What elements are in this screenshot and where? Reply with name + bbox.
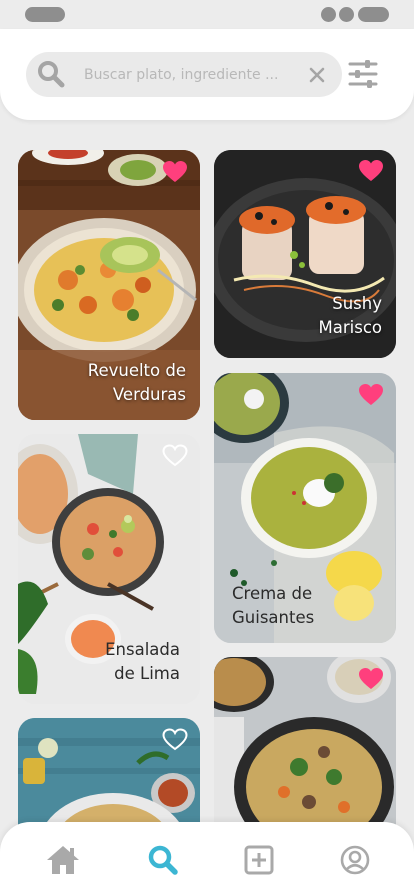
recipe-title: Crema de Guisantes: [232, 582, 392, 630]
recipe-search-screen: Revuelto de Verduras: [0, 0, 414, 896]
recipe-title-line2: de Lima: [114, 664, 180, 683]
recipe-grid: Revuelto de Verduras Sushy Marisco Ensal…: [0, 0, 414, 896]
recipe-card-ensalada[interactable]: Ensalada de Lima: [18, 434, 200, 704]
recipe-title-line1: Revuelto de: [87, 361, 186, 380]
search-icon: [38, 61, 65, 88]
heart-icon[interactable]: [358, 667, 384, 691]
heart-outline-icon[interactable]: [162, 728, 188, 752]
recipe-title-line1: Crema de: [232, 584, 313, 603]
heart-outline-icon[interactable]: [162, 444, 188, 468]
heart-icon[interactable]: [162, 160, 188, 184]
recipe-title: Revuelto de Verduras: [26, 359, 186, 407]
nav-home[interactable]: [43, 840, 83, 880]
recipe-card-sushy[interactable]: Sushy Marisco: [214, 150, 396, 358]
search-header: [0, 29, 414, 120]
recipe-card-revuelto[interactable]: Revuelto de Verduras: [18, 150, 200, 420]
recipe-title-line2: Guisantes: [232, 608, 315, 627]
user-icon: [340, 845, 370, 875]
heart-icon[interactable]: [358, 383, 384, 407]
search-input[interactable]: [84, 64, 302, 86]
search-bar[interactable]: [26, 52, 342, 97]
recipe-title: Ensalada de Lima: [20, 638, 180, 686]
search-icon: [148, 845, 178, 875]
home-icon: [47, 846, 79, 874]
add-square-icon: [244, 845, 274, 875]
nav-add-recipe[interactable]: [239, 840, 279, 880]
recipe-title-line2: Marisco: [318, 318, 382, 337]
sliders-icon[interactable]: [348, 60, 378, 88]
recipe-title-line1: Sushy: [332, 294, 382, 313]
recipe-card-crema[interactable]: Crema de Guisantes: [214, 373, 396, 643]
bottom-navigation: [0, 822, 414, 896]
nav-search[interactable]: [143, 840, 183, 880]
recipe-title-line2: Verduras: [112, 385, 186, 404]
recipe-title: Sushy Marisco: [222, 292, 382, 340]
close-icon[interactable]: [307, 65, 327, 85]
heart-icon[interactable]: [358, 159, 384, 183]
recipe-title-line1: Ensalada: [105, 640, 180, 659]
nav-profile[interactable]: [335, 840, 375, 880]
